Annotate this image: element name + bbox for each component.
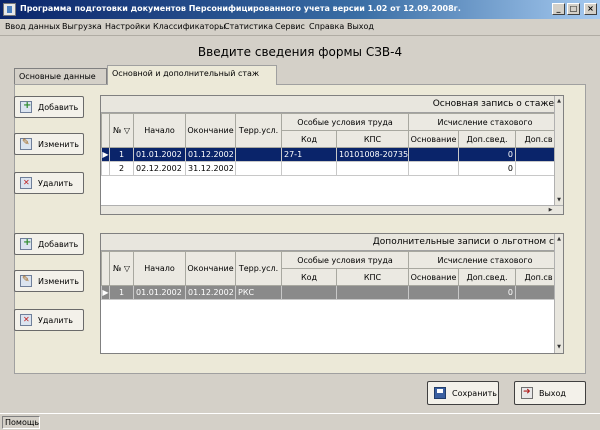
exit-icon: [521, 387, 533, 399]
table-row[interactable]: ▶ 1 01.01.2002 01.12.2002 РКС 0: [101, 285, 563, 300]
add-main-button[interactable]: Добавить: [14, 96, 84, 118]
delete-main-label: Удалить: [38, 178, 73, 188]
minimize-button[interactable]: _: [552, 3, 565, 15]
menu-item-export[interactable]: Выгрузка: [62, 22, 102, 31]
col-num[interactable]: № ▽: [109, 251, 134, 286]
main-grid-vscroll[interactable]: ▲ ▼: [554, 96, 563, 206]
col-group-special: Особые условия труда: [281, 251, 409, 269]
col-code[interactable]: Код: [281, 130, 337, 148]
edit-icon: [20, 275, 32, 287]
delete-extra-button[interactable]: Удалить: [14, 309, 84, 331]
scroll-up-icon[interactable]: ▲: [555, 97, 563, 106]
main-experience-grid[interactable]: Основная запись о стаже № ▽ Начало Оконч…: [100, 95, 564, 215]
col-start[interactable]: Начало: [133, 251, 186, 286]
app-icon: [3, 3, 16, 16]
scroll-down-icon[interactable]: ▼: [555, 196, 563, 205]
scroll-down-icon[interactable]: ▼: [555, 343, 563, 352]
menu-item-exit[interactable]: Выход: [347, 22, 374, 31]
col-code[interactable]: Код: [281, 268, 337, 286]
edit-extra-button[interactable]: Изменить: [14, 270, 84, 292]
menu-bar: Ввод данных Выгрузка Настройки Классифик…: [0, 19, 600, 36]
main-grid-hscroll[interactable]: ▶: [101, 205, 563, 214]
edit-main-button[interactable]: Изменить: [14, 133, 84, 155]
row-marker: ▶: [101, 147, 110, 162]
col-kps[interactable]: КПС: [336, 130, 409, 148]
col-extra1[interactable]: Доп.свед.: [458, 130, 516, 148]
table-row[interactable]: ▶ 1 01.01.2002 01.12.2002 27-1 10101008-…: [101, 147, 563, 162]
menu-item-settings[interactable]: Настройки: [105, 22, 150, 31]
col-group-calc: Исчисление стахового: [407, 251, 563, 269]
scroll-up-icon[interactable]: ▲: [555, 235, 563, 244]
col-group-special: Особые условия труда: [281, 113, 409, 131]
col-end[interactable]: Окончание: [185, 251, 236, 286]
col-terr[interactable]: Терр.усл.: [235, 113, 282, 148]
extra-grid-caption: Дополнительные записи о льготном с: [101, 234, 556, 251]
status-text: Помощь: [2, 416, 40, 429]
edit-main-label: Изменить: [38, 139, 79, 149]
col-end[interactable]: Окончание: [185, 113, 236, 148]
delete-extra-label: Удалить: [38, 315, 73, 325]
exit-button[interactable]: Выход: [514, 381, 586, 405]
maximize-button[interactable]: □: [567, 3, 580, 15]
row-marker: ▶: [101, 285, 110, 300]
status-bar: Помощь: [0, 413, 600, 430]
menu-item-classifiers[interactable]: Классификаторы: [153, 22, 225, 31]
table-row[interactable]: 2 02.12.2002 31.12.2002 0: [101, 161, 563, 176]
title-bar: Программа подготовки документов Персониф…: [0, 0, 600, 19]
add-icon: [20, 237, 32, 250]
col-num[interactable]: № ▽: [109, 113, 134, 148]
delete-icon: [20, 177, 32, 189]
delete-icon: [20, 314, 32, 326]
save-label: Сохранить: [452, 388, 497, 398]
main-grid-caption: Основная запись о стаже: [101, 96, 556, 113]
main-grid-table: № ▽ Начало Окончание Терр.усл. Особые ус…: [101, 113, 563, 176]
add-extra-label: Добавить: [38, 239, 79, 249]
add-extra-button[interactable]: Добавить: [14, 233, 84, 255]
tab-main-data[interactable]: Основные данные: [14, 68, 107, 84]
extra-experience-grid[interactable]: Дополнительные записи о льготном с № ▽ Н…: [100, 233, 564, 354]
col-basis[interactable]: Основание: [408, 130, 459, 148]
window-title: Программа подготовки документов Персониф…: [20, 4, 461, 13]
edit-extra-label: Изменить: [38, 276, 79, 286]
col-start[interactable]: Начало: [133, 113, 186, 148]
edit-icon: [20, 138, 32, 150]
menu-item-help[interactable]: Справка: [309, 22, 344, 31]
extra-grid-table: № ▽ Начало Окончание Терр.усл. Особые ус…: [101, 251, 563, 300]
col-basis[interactable]: Основание: [408, 268, 459, 286]
menu-item-service[interactable]: Сервис: [275, 22, 305, 31]
add-icon: [20, 100, 32, 113]
menu-item-statistics[interactable]: Статистика: [224, 22, 273, 31]
menu-item-input-data[interactable]: Ввод данных: [5, 22, 60, 31]
col-terr[interactable]: Терр.усл.: [235, 251, 282, 286]
save-button[interactable]: Сохранить: [427, 381, 499, 405]
extra-grid-vscroll[interactable]: ▲ ▼: [554, 234, 563, 353]
tab-experience[interactable]: Основной и дополнительный стаж: [107, 65, 277, 85]
col-group-calc: Исчисление стахового: [407, 113, 563, 131]
col-kps[interactable]: КПС: [336, 268, 409, 286]
col-extra1[interactable]: Доп.свед.: [458, 268, 516, 286]
add-main-label: Добавить: [38, 102, 79, 112]
delete-main-button[interactable]: Удалить: [14, 172, 84, 194]
save-icon: [434, 387, 446, 399]
form-title: Введите сведения формы СЗВ-4: [197, 45, 403, 59]
close-button[interactable]: ×: [584, 3, 597, 15]
exit-label: Выход: [539, 388, 566, 398]
scroll-right-icon[interactable]: ▶: [546, 206, 555, 214]
